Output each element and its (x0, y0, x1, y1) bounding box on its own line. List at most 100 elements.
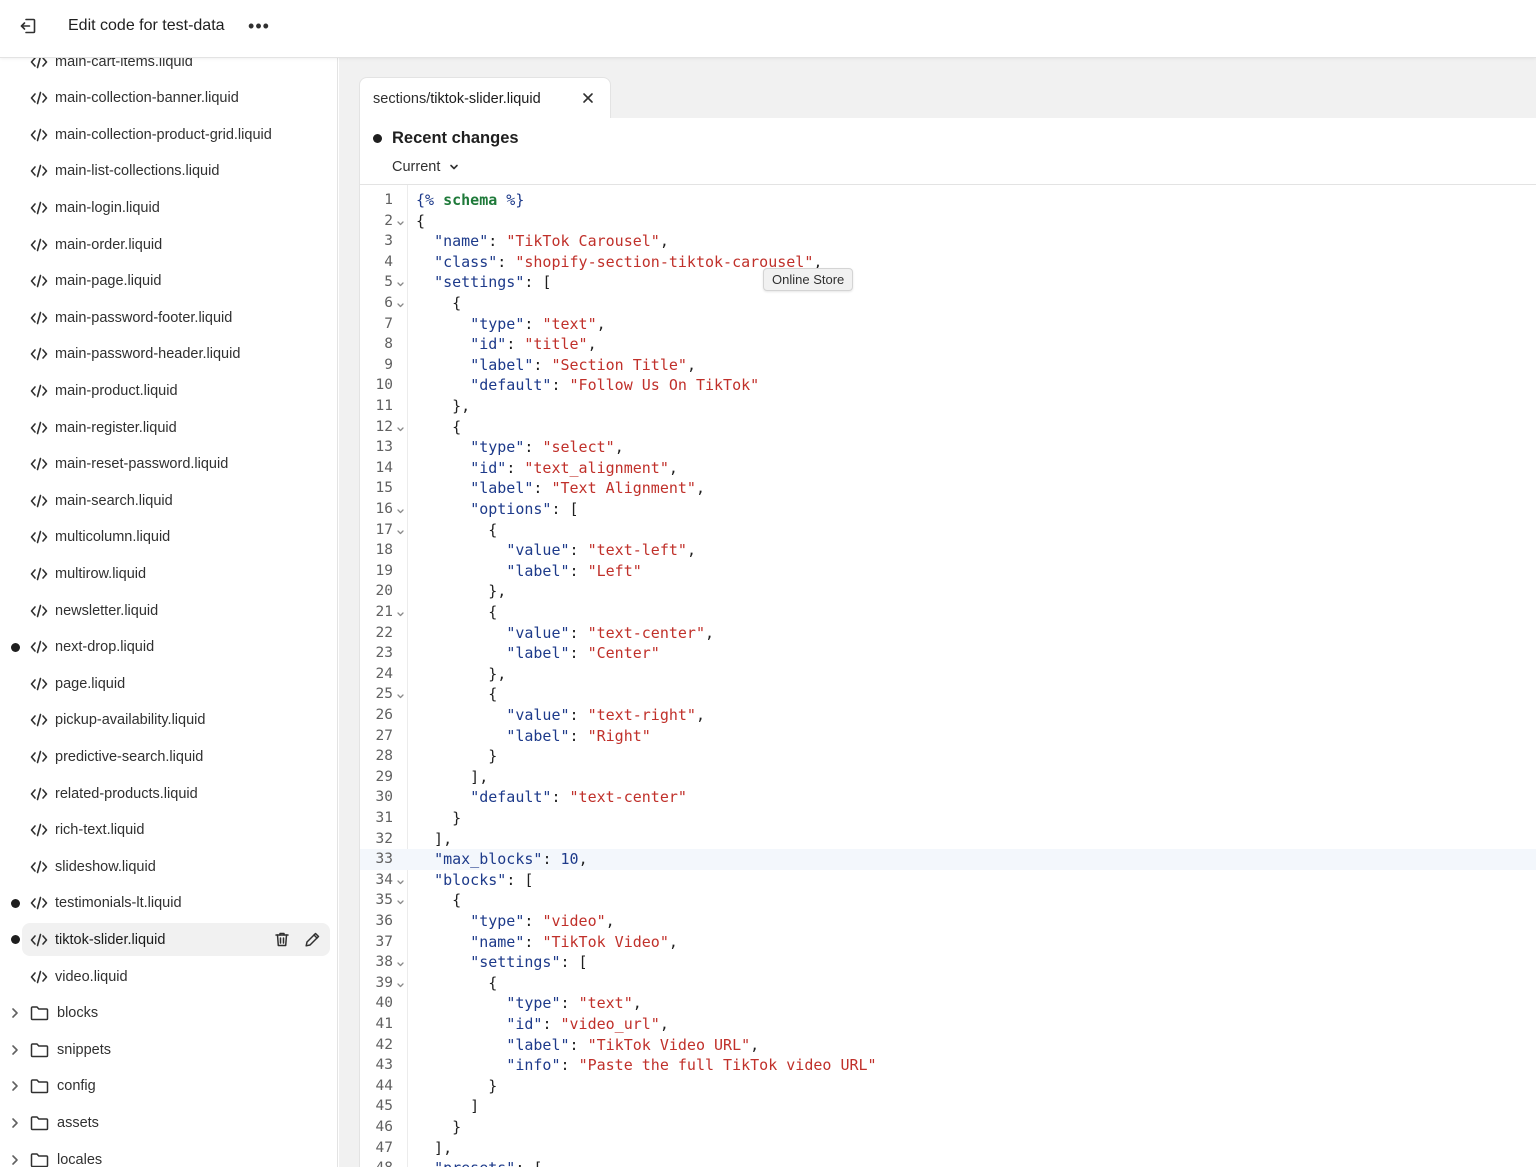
file-item[interactable]: multirow.liquid (22, 557, 330, 590)
file-name: tiktok-slider.liquid (55, 931, 166, 948)
line-number: 21 (375, 604, 393, 620)
code-token: { (416, 891, 462, 910)
code-token: "label" (506, 726, 570, 745)
close-icon (583, 93, 593, 103)
code-text: } (416, 1117, 461, 1138)
tab-file-name: tiktok-slider.liquid (430, 90, 541, 107)
code-line: 14 "id": "text_alignment", (360, 458, 1536, 479)
code-line: 13 "type": "select", (360, 437, 1536, 458)
file-item[interactable]: slideshow.liquid (22, 850, 330, 883)
code-line: 3 "name": "TikTok Carousel", (360, 231, 1536, 252)
code-token: { (416, 417, 462, 436)
file-item[interactable]: related-products.liquid (22, 777, 330, 810)
code-line: 38 "settings": [ (360, 952, 1536, 973)
code-editor[interactable]: 1 {% schema %} 2{3 "name": "TikTok Carouse… (360, 184, 1536, 1167)
line-number: 2 (384, 212, 393, 229)
file-row-actions (272, 929, 322, 949)
file-name: main-reset-password.liquid (55, 456, 229, 473)
code-file-icon (30, 823, 48, 837)
file-item[interactable]: main-collection-banner.liquid (22, 82, 330, 115)
code-token: "text-left" (587, 541, 687, 560)
file-item[interactable]: rich-text.liquid (22, 814, 330, 847)
code-token: : (533, 479, 552, 498)
code-text: "name": "TikTok Carousel", (416, 231, 669, 252)
file-item[interactable]: main-login.liquid (22, 191, 330, 224)
code-text: "type": "text", (416, 993, 641, 1014)
code-file-icon (30, 677, 48, 691)
more-actions-button[interactable]: ••• (246, 12, 272, 40)
file-item[interactable]: pickup-availability.liquid (22, 704, 330, 737)
code-token: "TikTok Carousel" (506, 232, 660, 251)
recent-changes-label: Recent changes (392, 129, 519, 147)
file-item[interactable]: next-drop.liquid (22, 631, 330, 664)
fold-chevron-icon[interactable] (396, 1160, 406, 1167)
chevron-right-icon (6, 1114, 24, 1132)
file-item[interactable]: main-reset-password.liquid (22, 448, 330, 481)
file-item[interactable]: page.liquid (22, 667, 330, 700)
delete-file-button[interactable] (272, 929, 292, 949)
code-text: "default": "Follow Us On TikTok" (416, 375, 759, 396)
file-item[interactable]: multicolumn.liquid (22, 521, 330, 554)
exit-button[interactable] (14, 12, 42, 40)
file-item[interactable]: main-product.liquid (22, 374, 330, 407)
more-horizontal-icon: ••• (248, 15, 270, 36)
code-line: 6 { (360, 293, 1536, 314)
code-token: "text-right" (587, 706, 696, 724)
code-text: { (416, 973, 497, 994)
file-item[interactable]: main-order.liquid (22, 228, 330, 261)
folder-icon (30, 1152, 50, 1167)
code-token: ], (416, 1138, 453, 1157)
code-token: "text-center" (569, 788, 687, 807)
file-item[interactable]: newsletter.liquid (22, 594, 330, 627)
modified-dot (11, 642, 20, 652)
chevron-right-icon (6, 1041, 24, 1059)
code-line: 7 "type": "text", (360, 314, 1536, 335)
file-item[interactable]: main-search.liquid (22, 484, 330, 517)
code-token: : (506, 458, 525, 477)
file-item[interactable]: main-password-footer.liquid (22, 301, 330, 334)
folder-item[interactable]: locales (6, 1143, 330, 1167)
file-item[interactable]: testimonials-lt.liquid (22, 887, 330, 920)
line-number: 31 (375, 810, 393, 826)
code-token: , (596, 314, 606, 333)
code-line: 26 "value": "text-right", (360, 705, 1536, 726)
file-name: main-password-footer.liquid (55, 309, 233, 326)
code-token: : (551, 376, 570, 395)
code-text: { (416, 417, 461, 438)
file-item[interactable]: main-collection-product-grid.liquid (22, 118, 330, 151)
file-item[interactable]: predictive-search.liquid (22, 740, 330, 773)
file-item[interactable]: main-password-header.liquid (22, 338, 330, 371)
tab-close-button[interactable] (580, 90, 596, 106)
tab-tiktok-slider[interactable]: sections/tiktok-slider.liquid (359, 77, 611, 119)
file-item[interactable]: main-list-collections.liquid (22, 155, 330, 188)
file-item[interactable]: main-cart-items.liquid (22, 58, 330, 78)
code-token: } (416, 809, 462, 827)
code-token: "id" (470, 335, 507, 354)
folder-item[interactable]: config (6, 1070, 330, 1103)
tooltip: Online Store (763, 268, 854, 291)
rename-file-button[interactable] (302, 929, 322, 949)
folder-item[interactable]: blocks (6, 997, 330, 1030)
line-number: 6 (384, 295, 393, 311)
code-line: 22 "value": "text-center", (360, 623, 1536, 644)
line-number: 10 (375, 377, 393, 394)
code-token: "id" (506, 1015, 543, 1033)
line-number: 25 (375, 686, 393, 703)
folder-name: locales (57, 1151, 103, 1167)
folder-item[interactable]: assets (6, 1106, 330, 1139)
version-select[interactable]: Current (392, 156, 460, 178)
code-token: , (614, 438, 624, 457)
chevron-right-icon (6, 1077, 24, 1095)
code-token: "type" (470, 314, 525, 333)
line-number: 34 (375, 871, 393, 888)
file-item[interactable]: main-page.liquid (22, 265, 330, 298)
folder-item[interactable]: snippets (6, 1033, 330, 1066)
file-item[interactable]: video.liquid (22, 960, 330, 993)
file-item[interactable]: main-register.liquid (22, 411, 330, 444)
file-name: main-login.liquid (55, 199, 160, 216)
file-item[interactable]: tiktok-slider.liquid (22, 923, 330, 957)
code-text: ], (416, 767, 488, 788)
